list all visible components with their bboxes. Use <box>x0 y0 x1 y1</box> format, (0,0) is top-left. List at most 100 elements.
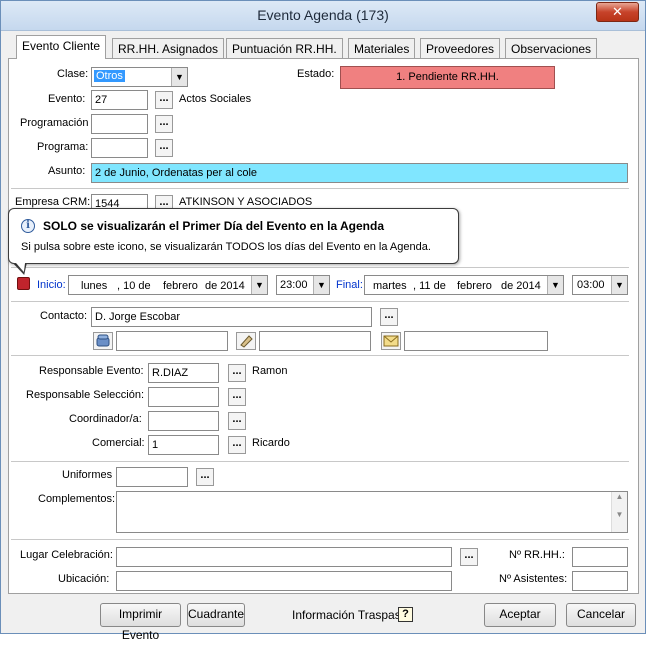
aceptar-button[interactable]: Aceptar <box>484 603 556 627</box>
inicio-date-picker[interactable]: lunes , 10 de febrero de 2014 ▼ <box>68 275 268 295</box>
inicio-time-select[interactable]: 23:00 ▼ <box>276 275 330 295</box>
programa-label: Programa: <box>37 141 89 153</box>
coordinador-field[interactable] <box>148 411 219 431</box>
email-field[interactable] <box>404 331 548 351</box>
divider <box>11 539 629 540</box>
divider <box>11 267 629 268</box>
chevron-down-icon[interactable]: ▼ <box>611 276 627 294</box>
final-time-select[interactable]: 03:00 ▼ <box>572 275 628 295</box>
empresa-crm-description: ATKINSON Y ASOCIADOS <box>179 196 313 208</box>
tab-evento-cliente[interactable]: Evento Cliente <box>16 35 107 59</box>
lugar-celebracion-field[interactable] <box>116 547 452 567</box>
num-asistentes-field[interactable] <box>572 571 628 591</box>
evento-description: Actos Sociales <box>179 93 252 105</box>
evento-agenda-window: Evento Agenda (173) ✕ Evento Cliente RR.… <box>0 0 646 642</box>
tab-materiales[interactable]: Materiales <box>348 38 416 59</box>
responsable-evento-field[interactable]: R.DIAZ <box>148 363 219 383</box>
final-weekday: martes <box>373 280 407 292</box>
lugar-celebracion-label: Lugar Celebración: <box>20 549 113 561</box>
complementos-label: Complementos: <box>38 493 116 505</box>
inicio-month: febrero <box>163 280 198 292</box>
chevron-down-icon[interactable]: ▼ <box>251 276 267 294</box>
fax-icon[interactable] <box>236 332 256 350</box>
num-rrhh-field[interactable] <box>572 547 628 567</box>
estado-badge[interactable]: 1. Pendiente RR.HH. <box>340 66 555 89</box>
divider <box>11 461 629 462</box>
close-button[interactable]: ✕ <box>596 2 639 22</box>
complementos-scrollbar[interactable]: ▲ ▼ <box>611 492 627 532</box>
ubicacion-label: Ubicación: <box>58 573 110 585</box>
evento-label: Evento: <box>48 93 86 105</box>
comercial-field[interactable]: 1 <box>148 435 219 455</box>
imprimir-evento-button[interactable]: Imprimir Evento <box>100 603 181 642</box>
phone-field[interactable] <box>116 331 228 351</box>
responsable-evento-label: Responsable Evento: <box>39 365 144 377</box>
contacto-lookup-button[interactable]: ... <box>380 308 398 326</box>
clase-select[interactable]: Otros ▼ <box>91 67 188 87</box>
inicio-day: , 10 de <box>117 280 151 292</box>
inicio-weekday: lunes <box>81 280 108 292</box>
programacion-field[interactable] <box>91 114 148 134</box>
inicio-time: 23:00 <box>280 279 308 291</box>
tooltip-body: Si pulsa sobre este icono, se visualizar… <box>21 241 431 253</box>
responsable-evento-name: Ramon <box>252 365 288 377</box>
contacto-field[interactable]: D. Jorge Escobar <box>91 307 372 327</box>
window-title: Evento Agenda (173) <box>257 7 389 23</box>
comercial-name: Ricardo <box>252 437 290 449</box>
programa-lookup-button[interactable]: ... <box>155 139 173 157</box>
asunto-field[interactable]: 2 de Junio, Ordenatas per al cole <box>91 163 628 183</box>
help-icon[interactable]: ? <box>398 607 413 622</box>
chevron-down-icon[interactable]: ▼ <box>547 276 563 294</box>
inicio-year: de 2014 <box>205 280 245 292</box>
evento-field[interactable]: 27 <box>91 90 148 110</box>
ubicacion-field[interactable] <box>116 571 452 591</box>
tab-rrhh-asignados[interactable]: RR.HH. Asignados <box>112 38 225 59</box>
email-icon[interactable] <box>381 332 401 350</box>
coordinador-label: Coordinador/a: <box>69 413 142 425</box>
complementos-textarea[interactable]: ▲ ▼ <box>116 491 628 533</box>
final-day: , 11 de <box>413 280 446 292</box>
show-all-days-icon[interactable] <box>17 277 30 290</box>
responsable-evento-lookup-button[interactable]: ... <box>228 364 246 382</box>
contacto-label: Contacto: <box>40 310 88 322</box>
uniformes-label: Uniformes <box>62 469 113 481</box>
cancelar-button[interactable]: Cancelar <box>566 603 636 627</box>
tooltip-title: SOLO se visualizarán el Primer Día del E… <box>43 219 385 233</box>
final-label: Final: <box>336 279 363 291</box>
comercial-lookup-button[interactable]: ... <box>228 436 246 454</box>
uniformes-field[interactable] <box>116 467 188 487</box>
evento-lookup-button[interactable]: ... <box>155 91 173 109</box>
phone-icon[interactable] <box>93 332 113 350</box>
uniformes-lookup-button[interactable]: ... <box>196 468 214 486</box>
clase-label: Clase: <box>57 68 89 80</box>
asunto-label: Asunto: <box>48 165 86 177</box>
info-tooltip: i SOLO se visualizarán el Primer Día del… <box>8 208 459 264</box>
comercial-label: Comercial: <box>92 437 145 449</box>
programacion-lookup-button[interactable]: ... <box>155 115 173 133</box>
informacion-traspaso-label: Información Traspaso: <box>292 608 411 622</box>
responsable-seleccion-field[interactable] <box>148 387 219 407</box>
tab-proveedores[interactable]: Proveedores <box>420 38 501 59</box>
inicio-label: Inicio: <box>37 279 66 291</box>
divider <box>11 355 629 356</box>
lugar-celebracion-lookup-button[interactable]: ... <box>460 548 478 566</box>
fax-field[interactable] <box>259 331 371 351</box>
empresa-crm-label: Empresa CRM: <box>15 196 91 208</box>
divider <box>11 301 629 302</box>
cuadrante-button[interactable]: Cuadrante <box>187 603 245 627</box>
responsable-seleccion-label: Responsable Selección: <box>26 389 145 401</box>
coordinador-lookup-button[interactable]: ... <box>228 412 246 430</box>
final-date-picker[interactable]: martes , 11 de febrero de 2014 ▼ <box>364 275 564 295</box>
chevron-down-icon[interactable]: ▼ <box>171 68 187 86</box>
final-month: febrero <box>457 280 492 292</box>
programa-field[interactable] <box>91 138 148 158</box>
final-time: 03:00 <box>577 279 605 291</box>
divider <box>11 188 629 189</box>
tab-observaciones[interactable]: Observaciones <box>505 38 598 59</box>
chevron-down-icon[interactable]: ▼ <box>313 276 329 294</box>
tab-puntuacion-rrhh[interactable]: Puntuación RR.HH. <box>226 38 343 59</box>
programacion-label: Programación <box>20 117 89 129</box>
info-icon: i <box>21 219 35 233</box>
responsable-seleccion-lookup-button[interactable]: ... <box>228 388 246 406</box>
estado-label: Estado: <box>297 68 335 80</box>
